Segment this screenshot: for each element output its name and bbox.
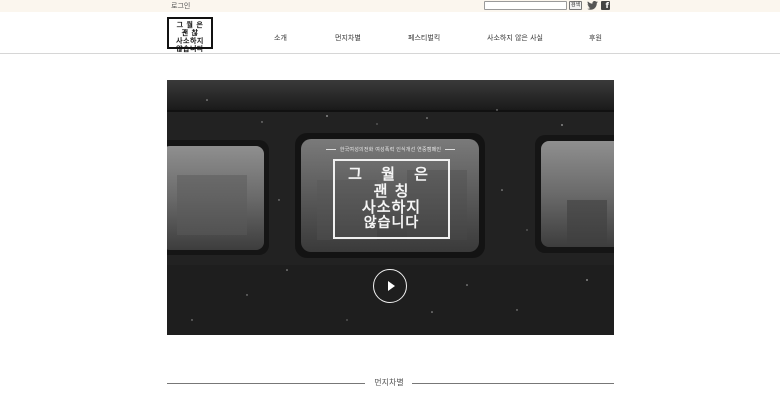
search-input[interactable]: [484, 1, 567, 10]
subtitle-dash-left: [325, 149, 336, 150]
section-title: 먼지차별: [374, 378, 404, 387]
campaign-title: 그 월 은 괜 칭 사소하지 않습니다: [333, 159, 450, 239]
subtitle-text: 한국여성의전화 여성폭력 인식개선 연중캠페인: [339, 147, 442, 153]
utility-bar: 로그인 검색 f: [0, 0, 780, 12]
nav-item-donate[interactable]: 후원: [589, 33, 602, 43]
play-icon[interactable]: [373, 269, 407, 303]
section-divider-left: [167, 383, 365, 384]
logo-wordmark: 그 월 은 괜 찮 사소하지 않습니다: [169, 19, 211, 53]
logo-line-2: 괜 찮: [181, 29, 199, 37]
campaign-video[interactable]: 한국여성의전화 여성폭력 인식개선 연중캠페인 그 월 은 괜 칭 사소하지 않…: [167, 80, 614, 335]
title-line-2: 괜 칭: [373, 182, 410, 200]
title-line-3: 사소하지: [361, 198, 422, 216]
logo-line-4: 않습니다: [176, 45, 204, 53]
title-line-1: 그 월 은: [348, 165, 435, 183]
nav-item-festival[interactable]: 페스티벌킥: [408, 33, 440, 43]
title-line-4: 않습니다: [363, 215, 420, 231]
twitter-icon[interactable]: [587, 1, 598, 10]
facebook-icon[interactable]: f: [601, 1, 610, 10]
site-header: 그 월 은 괜 찮 사소하지 않습니다 소개 먼지차별 페스티벌킥 사소하지 않…: [0, 12, 780, 54]
login-link[interactable]: 로그인: [171, 1, 190, 11]
search-button[interactable]: 검색: [569, 1, 582, 10]
site-logo[interactable]: 그 월 은 괜 찮 사소하지 않습니다: [167, 17, 213, 53]
logo-line-3: 사소하지: [176, 37, 204, 45]
section-divider-right: [412, 383, 614, 384]
nav-item-dust-discrimination[interactable]: 먼지차별: [335, 33, 361, 43]
campaign-subtitle: 한국여성의전화 여성폭력 인식개선 연중캠페인: [167, 146, 614, 153]
nav-item-about[interactable]: 소개: [274, 33, 287, 43]
nav-item-facts[interactable]: 사소하지 않은 사실: [487, 33, 543, 43]
subtitle-dash-right: [445, 149, 456, 150]
logo-line-1: 그 월 은: [176, 21, 204, 29]
